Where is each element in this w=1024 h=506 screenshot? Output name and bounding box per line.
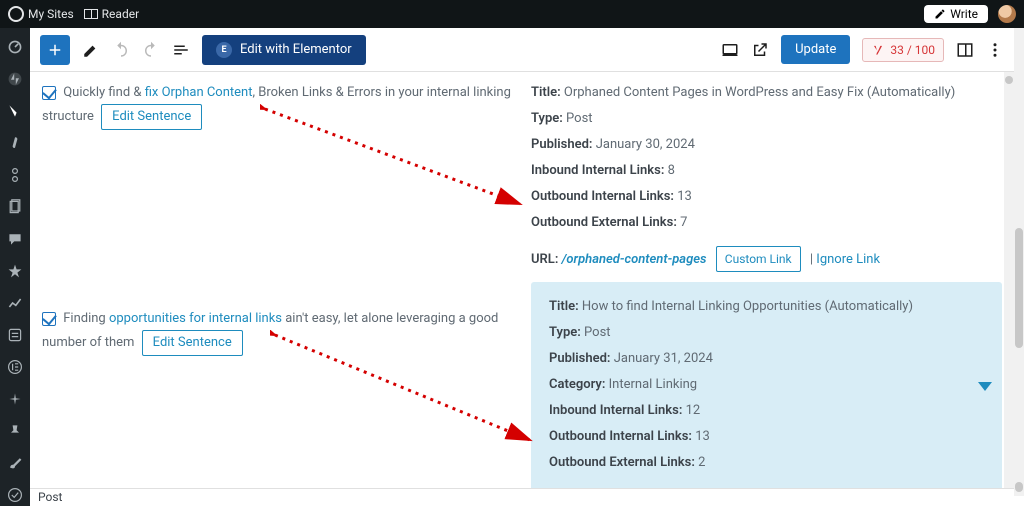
wp-admin-sidebar — [0, 28, 30, 506]
scrollbar-thumb[interactable] — [1015, 228, 1023, 348]
suggestions-column: Title: Orphaned Content Pages in WordPre… — [531, 82, 1002, 488]
meta-label: Type: — [531, 111, 563, 126]
meta-value: Orphaned Content Pages in WordPress and … — [564, 85, 955, 100]
meta-value: 13 — [695, 429, 710, 444]
meta-label: Outbound Internal Links: — [549, 429, 692, 444]
analytics-icon[interactable] — [6, 294, 24, 312]
user-avatar[interactable] — [998, 5, 1016, 23]
suggestion-card: Title: Orphaned Content Pages in WordPre… — [531, 82, 1002, 272]
meta-label: Outbound External Links: — [549, 455, 695, 470]
meta-label: Type: — [549, 325, 581, 340]
sentence-anchor[interactable]: opportunities for internal links — [109, 311, 282, 326]
update-label: Update — [795, 42, 836, 57]
edit-with-elementor-button[interactable]: E Edit with Elementor — [202, 35, 366, 65]
ignore-link-button[interactable]: Ignore Link — [816, 252, 880, 267]
custom-link-button[interactable]: Custom Link — [716, 246, 801, 272]
sentence-anchor[interactable]: fix Orphan Content — [145, 85, 253, 100]
document-outline-button[interactable] — [172, 41, 190, 59]
meta-value: January 30, 2024 — [596, 137, 695, 152]
elementor-button-label: Edit with Elementor — [240, 42, 352, 57]
plus-icon — [46, 41, 64, 59]
meta-value: How to find Internal Linking Opportuniti… — [582, 299, 913, 314]
meta-label: Inbound Internal Links: — [531, 163, 664, 178]
edit-mode-icon[interactable] — [82, 41, 100, 59]
elementor-badge-icon: E — [216, 42, 232, 58]
block-breadcrumb: Post — [30, 488, 1014, 506]
suggestion-url[interactable]: /orphaned-content-pages — [562, 252, 707, 267]
scrollbar-thumb[interactable] — [1015, 482, 1023, 492]
meta-value: 13 — [677, 189, 692, 204]
write-button[interactable]: Write — [924, 5, 988, 23]
expand-caret-icon[interactable] — [978, 382, 992, 391]
elementor-admin-icon[interactable] — [6, 358, 24, 376]
meta-label: Category: — [549, 377, 605, 392]
meta-label: URL: — [531, 252, 558, 267]
meta-value: 7 — [680, 215, 687, 230]
yoast-icon — [871, 43, 885, 57]
edit-sentence-button[interactable]: Edit Sentence — [142, 330, 243, 356]
sentence-pre: Quickly find & — [63, 85, 144, 100]
posts-icon[interactable] — [6, 102, 24, 120]
wpcom-masterbar: My Sites Reader Write — [0, 0, 1024, 28]
yoast-score-pill[interactable]: 33 / 100 — [862, 38, 944, 62]
reader-icon — [84, 9, 98, 19]
meta-label: Outbound External Links: — [531, 215, 677, 230]
media-icon[interactable] — [6, 134, 24, 152]
meta-value: 12 — [686, 403, 701, 418]
suggestion-card-selected[interactable]: Title: How to find Internal Linking Oppo… — [531, 282, 1002, 488]
edit-sentence-button[interactable]: Edit Sentence — [101, 104, 202, 130]
sentence-checkbox[interactable] — [42, 86, 56, 100]
update-button[interactable]: Update — [781, 35, 850, 64]
meta-value: Internal Linking — [609, 377, 697, 392]
yoast-score-text: 33 / 100 — [890, 43, 935, 57]
meta-value: 8 — [668, 163, 675, 178]
sentence-block: Quickly find & fix Orphan Content, Broke… — [42, 82, 513, 130]
meta-value: January 31, 2024 — [614, 351, 713, 366]
dashboard-icon[interactable] — [6, 38, 24, 56]
undo-button[interactable] — [112, 41, 130, 59]
meta-value: Post — [566, 111, 593, 126]
editor-toolbar: E Edit with Elementor Update 33 / 100 — [30, 28, 1014, 72]
comments-icon[interactable] — [6, 230, 24, 248]
reader-link[interactable]: Reader — [84, 7, 139, 21]
add-block-button[interactable] — [40, 35, 70, 65]
view-post-button[interactable] — [751, 41, 769, 59]
scrollbar-thumb[interactable] — [1005, 76, 1013, 84]
editor-content-area: Quickly find & fix Orphan Content, Broke… — [30, 72, 1014, 488]
my-sites-link[interactable]: My Sites — [8, 6, 74, 22]
meta-label: Outbound Internal Links: — [531, 189, 674, 204]
meta-value: 2 — [698, 455, 705, 470]
wordpress-logo-icon — [8, 6, 24, 22]
sentence-pre: Finding — [63, 311, 109, 326]
pushpin-icon[interactable] — [6, 422, 24, 440]
breadcrumb-item[interactable]: Post — [38, 490, 62, 504]
meta-label: Published: — [531, 137, 592, 152]
reader-label: Reader — [102, 7, 139, 21]
pen-icon — [934, 8, 946, 20]
link-icon[interactable] — [6, 166, 24, 184]
star2-icon[interactable] — [6, 390, 24, 408]
forms-icon[interactable] — [6, 326, 24, 344]
sidebar-toggle-button[interactable] — [956, 41, 974, 59]
more-menu-button[interactable] — [986, 41, 1004, 59]
star-icon[interactable] — [6, 262, 24, 280]
meta-value: Post — [584, 325, 611, 340]
my-sites-label: My Sites — [28, 7, 74, 21]
check-ring-icon[interactable] — [6, 486, 24, 504]
preview-device-button[interactable] — [721, 41, 739, 59]
jetpack-icon[interactable] — [6, 70, 24, 88]
sentence-checkbox[interactable] — [42, 312, 56, 326]
write-label: Write — [950, 7, 978, 21]
sentences-column: Quickly find & fix Orphan Content, Broke… — [42, 82, 513, 488]
pages-icon[interactable] — [6, 198, 24, 216]
meta-label: Inbound Internal Links: — [549, 403, 682, 418]
content-scrollbar[interactable] — [1004, 72, 1014, 488]
meta-label: Published: — [549, 351, 610, 366]
brush-icon[interactable] — [6, 454, 24, 472]
meta-label: Title: — [531, 85, 561, 100]
sentence-block: Finding opportunities for internal links… — [42, 308, 513, 356]
window-scrollbar[interactable] — [1014, 28, 1024, 496]
redo-button[interactable] — [142, 41, 160, 59]
meta-label: Title: — [549, 299, 579, 314]
